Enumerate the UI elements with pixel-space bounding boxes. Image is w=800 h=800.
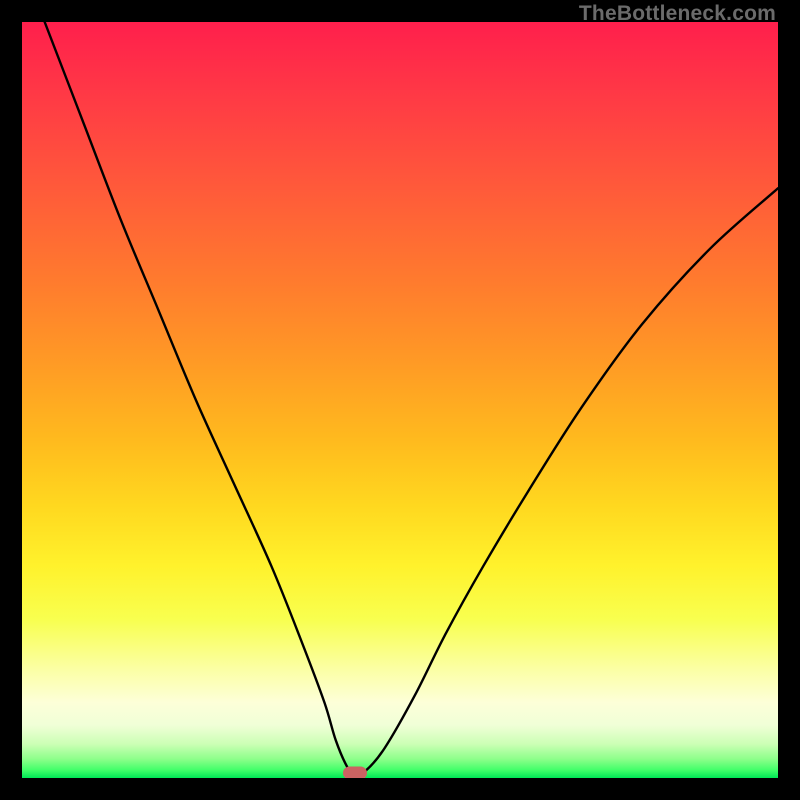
bottleneck-curve	[22, 22, 778, 778]
plot-frame	[22, 22, 778, 778]
optimal-marker	[343, 766, 367, 778]
watermark-text: TheBottleneck.com	[579, 2, 776, 26]
